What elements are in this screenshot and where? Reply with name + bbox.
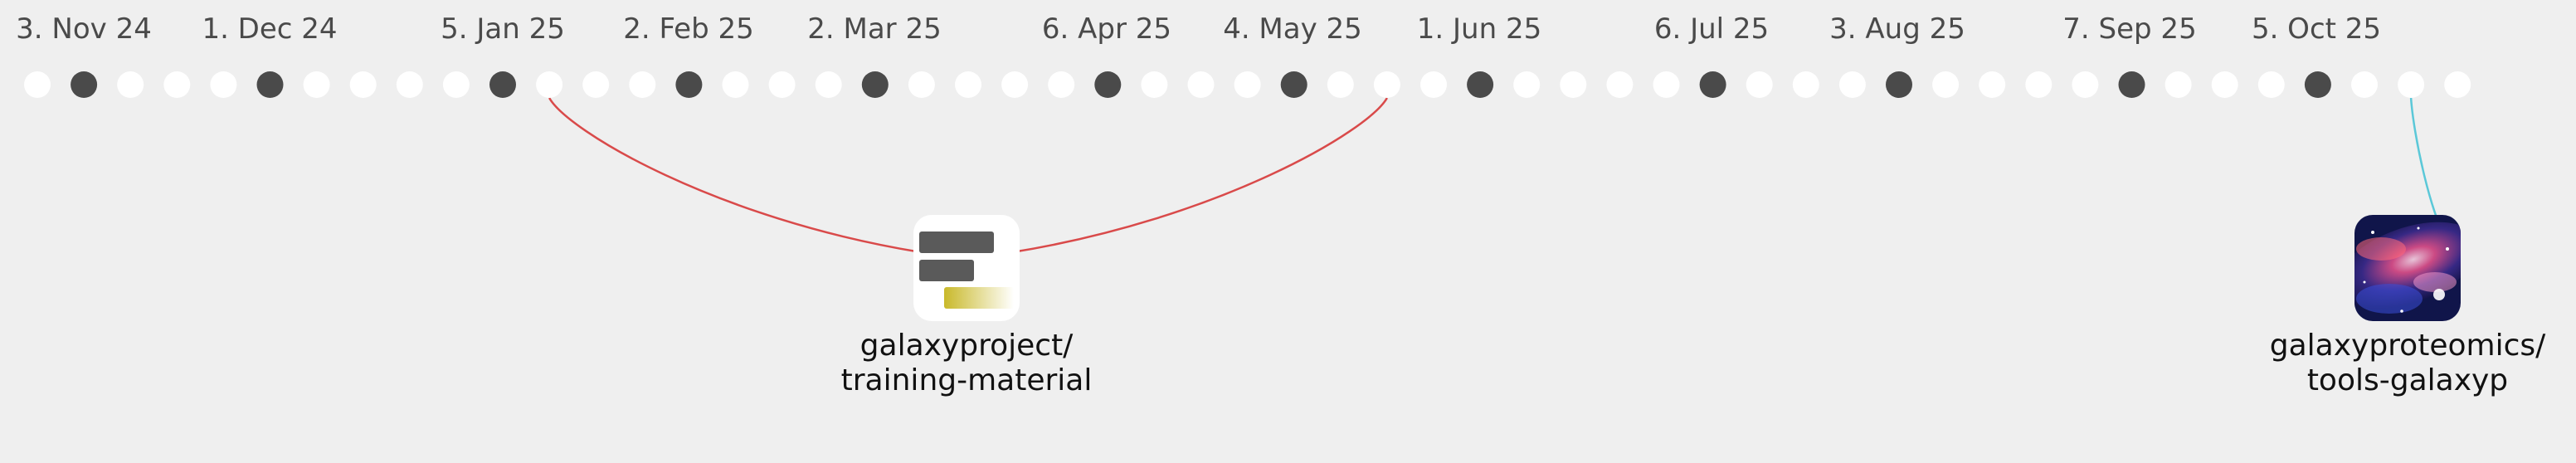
week-dot[interactable] [815, 71, 842, 98]
week-dot[interactable] [489, 71, 516, 98]
week-dot[interactable] [2398, 71, 2425, 98]
week-dots [24, 71, 2471, 98]
month-label: 6. Jul 25 [1654, 12, 1769, 46]
week-dot[interactable] [2257, 71, 2285, 98]
month-labels: 3. Nov 24 1. Dec 24 5. Jan 25 2. Feb 25 … [16, 12, 2381, 46]
week-dot[interactable] [908, 71, 935, 98]
week-dot[interactable] [117, 71, 144, 98]
week-dot[interactable] [2118, 71, 2145, 98]
week-dot[interactable] [722, 71, 749, 98]
week-dot[interactable] [71, 71, 98, 98]
week-dot[interactable] [349, 71, 377, 98]
week-dot[interactable] [1606, 71, 1634, 98]
week-dot[interactable] [1373, 71, 1400, 98]
month-label: 5. Jan 25 [441, 12, 565, 46]
week-dot[interactable] [442, 71, 470, 98]
week-dot[interactable] [1094, 71, 1122, 98]
repo-name-line1[interactable]: galaxyproteomics/ [2270, 329, 2546, 363]
month-label: 3. Aug 25 [1829, 12, 1965, 46]
week-dot[interactable] [768, 71, 796, 98]
week-dot[interactable] [955, 71, 981, 98]
week-dot[interactable] [1886, 71, 1912, 98]
week-dot[interactable] [2072, 71, 2099, 98]
week-dot[interactable] [163, 71, 191, 98]
week-dot[interactable] [1653, 71, 1680, 98]
month-label: 5. Oct 25 [2252, 12, 2381, 46]
logo-bar [919, 232, 994, 253]
repo-name-line2[interactable]: tools-galaxyp [2307, 363, 2508, 397]
week-dot[interactable] [24, 71, 51, 98]
week-dot[interactable] [2025, 71, 2053, 98]
commit-link [1011, 97, 1388, 254]
week-dot[interactable] [629, 71, 656, 98]
week-dot[interactable] [2304, 71, 2331, 98]
week-dot[interactable] [1187, 71, 1215, 98]
month-label: 2. Mar 25 [807, 12, 941, 46]
week-dot[interactable] [2211, 71, 2238, 98]
logo-bar [919, 260, 974, 281]
month-label: 1. Dec 24 [202, 12, 337, 46]
week-dot[interactable] [536, 71, 563, 98]
week-dot[interactable] [2165, 71, 2192, 98]
repo-name-line2[interactable]: training-material [841, 363, 1093, 397]
repo-name-line1[interactable]: galaxyproject/ [860, 329, 1074, 363]
week-dot[interactable] [1234, 71, 1261, 98]
week-dot[interactable] [1327, 71, 1354, 98]
week-dot[interactable] [1699, 71, 1726, 98]
week-dot[interactable] [1838, 71, 1866, 98]
week-dot[interactable] [1979, 71, 2006, 98]
month-label: 7. Sep 25 [2062, 12, 2196, 46]
month-label: 1. Jun 25 [1417, 12, 1541, 46]
week-dot[interactable] [1420, 71, 1447, 98]
week-dot[interactable] [256, 71, 284, 98]
week-dot[interactable] [1280, 71, 1307, 98]
timeline-diagram: 3. Nov 24 1. Dec 24 5. Jan 25 2. Feb 25 … [16, 12, 2546, 397]
repo-node-training-material[interactable]: galaxyproject/ training-material [841, 215, 1093, 397]
week-dot[interactable] [210, 71, 237, 98]
week-dot[interactable] [861, 71, 889, 98]
week-dot[interactable] [1001, 71, 1029, 98]
commit-link [548, 97, 922, 254]
week-dot[interactable] [1746, 71, 1773, 98]
links-layer [548, 97, 2455, 254]
week-dot[interactable] [2444, 71, 2471, 98]
repo-node-tools-galaxyp[interactable]: galaxyproteomics/ tools-galaxyp [2270, 205, 2546, 397]
week-dot[interactable] [1513, 71, 1541, 98]
week-dot[interactable] [303, 71, 330, 98]
week-dot[interactable] [1141, 71, 1168, 98]
month-label: 4. May 25 [1223, 12, 1362, 46]
logo-bar [944, 287, 1014, 309]
week-dot[interactable] [1932, 71, 1960, 98]
week-dot[interactable] [396, 71, 423, 98]
week-dot[interactable] [582, 71, 610, 98]
week-dot[interactable] [1467, 71, 1494, 98]
week-dot[interactable] [675, 71, 703, 98]
galaxy-nebula-icon[interactable] [2325, 205, 2491, 326]
month-label: 3. Nov 24 [16, 12, 152, 46]
week-dot[interactable] [1048, 71, 1075, 98]
month-label: 2. Feb 25 [623, 12, 754, 46]
week-dot[interactable] [2351, 71, 2378, 98]
week-dot[interactable] [1792, 71, 1819, 98]
week-dot[interactable] [1560, 71, 1587, 98]
month-label: 6. Apr 25 [1042, 12, 1171, 46]
